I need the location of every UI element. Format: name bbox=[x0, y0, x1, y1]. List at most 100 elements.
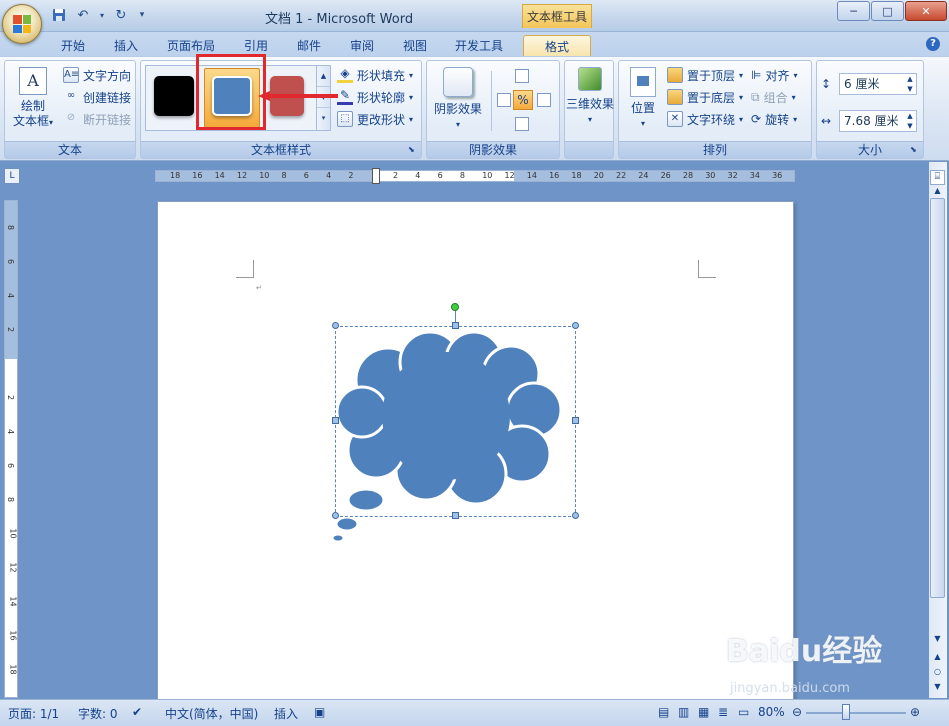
resize-handle-s[interactable] bbox=[452, 512, 459, 519]
resize-handle-se[interactable] bbox=[572, 512, 579, 519]
dialog-launcher-icon[interactable]: ⬊ bbox=[408, 145, 418, 155]
shape-fill-button[interactable]: ◈ 形状填充 ▾ bbox=[337, 65, 413, 85]
size-dialog-launcher-icon[interactable]: ⬊ bbox=[910, 145, 920, 155]
status-word-count[interactable]: 字数: 0 bbox=[78, 705, 118, 722]
document-page[interactable]: ↵ bbox=[157, 201, 794, 701]
change-shape-icon: ⬚ bbox=[337, 111, 353, 127]
redo-icon[interactable]: ↻ bbox=[112, 6, 130, 24]
proofing-icon[interactable]: ✔ bbox=[132, 705, 142, 719]
ruler-tick-label: 12 bbox=[504, 171, 515, 180]
width-spinner[interactable]: ▲ ▼ bbox=[904, 111, 916, 131]
position-button[interactable]: 位置 ▾ bbox=[621, 67, 665, 131]
scroll-down-icon[interactable]: ▼ bbox=[930, 632, 945, 647]
nudge-shadow-left-icon[interactable] bbox=[497, 93, 511, 107]
status-language[interactable]: 中文(简体，中国) bbox=[165, 705, 258, 722]
gallery-up-arrow-icon[interactable]: ▲ bbox=[317, 66, 330, 87]
tab-developer[interactable]: 开发工具 bbox=[448, 35, 510, 56]
tab-view[interactable]: 视图 bbox=[394, 35, 436, 56]
nudge-shadow-up-icon[interactable] bbox=[515, 69, 529, 83]
tab-home[interactable]: 开始 bbox=[52, 35, 94, 56]
resize-handle-sw[interactable] bbox=[332, 512, 339, 519]
text-wrap-label: 文字环绕 bbox=[687, 112, 736, 127]
undo-dropdown-icon[interactable]: ▾ bbox=[98, 6, 106, 24]
vertical-scrollbar[interactable]: ⌸ ▲ ▼ ▲ ○ ▼ bbox=[929, 162, 947, 698]
rotate-button[interactable]: ⟳ 旋转 ▾ bbox=[751, 109, 797, 129]
prev-page-icon[interactable]: ▲ bbox=[930, 650, 945, 665]
text-direction-button[interactable]: A≡ 文字方向 bbox=[63, 65, 131, 85]
break-link-button[interactable]: ⊘ 断开链接 bbox=[63, 109, 131, 129]
ruler-tick-label: 10 bbox=[259, 171, 270, 180]
view-draft-icon[interactable]: ▭ bbox=[738, 705, 749, 719]
tab-page-layout[interactable]: 页面布局 bbox=[160, 35, 222, 56]
send-to-back-button[interactable]: 置于底层 ▾ bbox=[667, 87, 743, 107]
tab-references[interactable]: 引用 bbox=[235, 35, 277, 56]
view-web-layout-icon[interactable]: ▦ bbox=[698, 705, 709, 719]
3d-effects-label: 三维效果 bbox=[565, 97, 614, 111]
zoom-out-icon[interactable]: ⊖ bbox=[792, 705, 802, 719]
nudge-shadow-down-icon[interactable] bbox=[515, 117, 529, 131]
view-full-screen-icon[interactable]: ▥ bbox=[678, 705, 689, 719]
paint-bucket-icon: ◈ bbox=[337, 67, 353, 83]
office-button[interactable] bbox=[2, 4, 42, 44]
vertical-ruler[interactable]: 86422468101214161820 bbox=[4, 200, 18, 709]
tab-insert[interactable]: 插入 bbox=[105, 35, 147, 56]
tab-selector[interactable]: L bbox=[4, 168, 20, 184]
bring-to-front-button[interactable]: 置于顶层 ▾ bbox=[667, 65, 743, 85]
rotation-handle[interactable] bbox=[451, 303, 459, 311]
change-shape-button[interactable]: ⬚ 更改形状 ▾ bbox=[337, 109, 413, 129]
draw-textbox-button[interactable]: A 绘制 文本框▾ bbox=[9, 67, 57, 130]
ruler-tick-label: 14 bbox=[526, 171, 537, 180]
shadow-toggle-icon[interactable]: % bbox=[513, 90, 533, 110]
undo-icon[interactable]: ↶ bbox=[74, 6, 92, 24]
tab-format[interactable]: 格式 bbox=[523, 35, 591, 56]
view-print-layout-icon[interactable]: ▤ bbox=[658, 705, 669, 719]
group-label-shadow: 阴影效果 bbox=[427, 141, 559, 158]
ruler-toggle-icon[interactable]: ⌸ bbox=[930, 170, 945, 185]
zoom-slider[interactable] bbox=[806, 712, 906, 714]
scroll-thumb[interactable] bbox=[930, 198, 945, 598]
zoom-in-icon[interactable]: ⊕ bbox=[910, 705, 920, 719]
text-wrap-button[interactable]: ✕ 文字环绕 ▾ bbox=[667, 109, 743, 129]
shadow-effects-button[interactable]: 阴影效果 ▾ bbox=[429, 67, 487, 132]
shape-outline-label: 形状轮廓 bbox=[357, 90, 406, 105]
customize-qat-icon[interactable]: ▾ bbox=[136, 6, 148, 24]
height-spinner[interactable]: ▲ ▼ bbox=[904, 74, 916, 94]
resize-handle-nw[interactable] bbox=[332, 322, 339, 329]
zoom-level[interactable]: 80% bbox=[758, 705, 785, 719]
gallery-more-icon[interactable]: ▾ bbox=[317, 108, 330, 129]
width-input[interactable]: 7.68 厘米 ▲ ▼ bbox=[839, 110, 917, 132]
3d-effects-button[interactable]: 三维效果 ▾ bbox=[565, 67, 615, 127]
next-page-icon[interactable]: ▼ bbox=[930, 680, 945, 695]
resize-handle-e[interactable] bbox=[572, 417, 579, 424]
browse-object-icon[interactable]: ○ bbox=[930, 665, 945, 680]
ruler-tick-label: 2 bbox=[6, 394, 16, 401]
resize-handle-n[interactable] bbox=[452, 322, 459, 329]
send-back-label: 置于底层 bbox=[687, 90, 736, 105]
align-button[interactable]: ⊫ 对齐 ▾ bbox=[751, 65, 797, 85]
view-outline-icon[interactable]: ≣ bbox=[718, 705, 728, 719]
scroll-up-icon[interactable]: ▲ bbox=[930, 184, 945, 199]
ruler-tick-label: 14 bbox=[8, 596, 18, 607]
close-button[interactable]: ✕ bbox=[905, 1, 947, 21]
tab-review[interactable]: 审阅 bbox=[341, 35, 383, 56]
shape-outline-button[interactable]: ✎ 形状轮廓 ▾ bbox=[337, 87, 413, 107]
save-icon[interactable] bbox=[50, 6, 68, 24]
style-swatch-black[interactable] bbox=[154, 76, 194, 116]
group-button[interactable]: ⧉ 组合 ▾ bbox=[751, 87, 796, 107]
resize-handle-w[interactable] bbox=[332, 417, 339, 424]
height-input[interactable]: 6 厘米 ▲ ▼ bbox=[839, 73, 917, 95]
nudge-shadow-right-icon[interactable] bbox=[537, 93, 551, 107]
maximize-button[interactable]: □ bbox=[871, 1, 904, 21]
help-icon[interactable]: ? bbox=[926, 37, 940, 51]
ruler-tick-label: 10 bbox=[8, 528, 18, 539]
minimize-button[interactable]: ─ bbox=[837, 1, 870, 21]
resize-handle-ne[interactable] bbox=[572, 322, 579, 329]
macro-record-icon[interactable]: ▣ bbox=[314, 705, 325, 719]
tab-mailings[interactable]: 邮件 bbox=[288, 35, 330, 56]
status-insert-mode[interactable]: 插入 bbox=[274, 705, 298, 722]
horizontal-ruler[interactable]: 18 16 14 12 10 8 6 4 2 2 4 6 8 10 12 14 16 18 20 22 24 26 28 30… bbox=[155, 168, 795, 184]
create-link-button[interactable]: ∞ 创建链接 bbox=[63, 87, 131, 107]
indent-marker-icon[interactable] bbox=[372, 168, 380, 184]
zoom-slider-thumb[interactable] bbox=[842, 704, 850, 720]
status-page[interactable]: 页面: 1/1 bbox=[8, 705, 59, 722]
